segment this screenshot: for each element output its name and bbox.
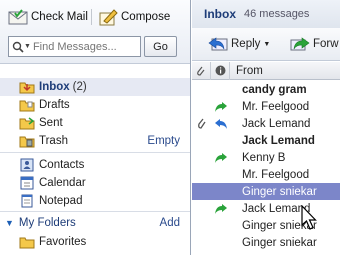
forwarded-arrow-icon [211,203,230,215]
paperclip-icon [197,66,205,76]
message-list-header: Inbox 46 messages [192,0,340,28]
message-row[interactable]: Kenny B [192,149,340,166]
app-calendar-label: Calendar [39,177,86,189]
reply-icon [208,37,228,51]
compose-button[interactable]: Compose [98,7,170,27]
folder-sent[interactable]: Sent [0,114,190,132]
folder-favorites[interactable]: Favorites [0,233,190,251]
app-contacts-label: Contacts [39,159,85,171]
forward-button[interactable]: Forw [290,36,339,52]
forwarded-arrow-icon [211,152,230,164]
reply-dropdown-icon[interactable]: ▼ [263,41,270,48]
my-folders-header[interactable]: ▼ My Folders Add [0,214,190,232]
go-button[interactable]: Go [144,36,177,57]
folder-pane: Check Mail Compose ▼ Go Inbox (2) [0,0,191,255]
main-toolbar: Check Mail Compose ▼ Go [0,0,190,64]
search-input[interactable] [32,40,133,53]
folder-drafts[interactable]: Drafts [0,96,190,114]
message-from: Ginger sniekar [242,185,317,198]
contacts-icon [19,158,35,172]
message-row[interactable]: Mr. Feelgood [192,166,340,183]
folder-inbox[interactable]: Inbox (2) [0,78,190,96]
folder-trash-label: Trash [39,135,68,147]
from-column-header[interactable]: From [230,65,263,77]
column-header: From [192,61,340,80]
empty-trash-link[interactable]: Empty [147,135,180,147]
status-column-header[interactable] [211,61,230,80]
folder-icon [19,235,35,249]
compose-label: Compose [121,11,171,23]
message-row[interactable]: candy gram [192,81,340,98]
add-folder-link[interactable]: Add [160,217,180,229]
check-mail-button[interactable]: Check Mail [8,7,88,27]
message-from: Mr. Feelgood [242,168,310,181]
envelope-icon [8,9,28,25]
info-icon [215,65,225,76]
mouse-pointer-icon [301,205,317,230]
folder-trash[interactable]: Trash Empty [0,132,190,150]
folder-favorites-label: Favorites [39,236,87,248]
app-notepad-label: Notepad [39,195,83,207]
message-row[interactable]: Ginger sniekar [192,234,340,251]
app-calendar[interactable]: Calendar [0,174,190,192]
calendar-icon [19,176,35,190]
inbox-unread-count: (2) [72,81,87,93]
message-from: Mr. Feelgood [242,100,310,113]
reply-label: Reply [231,38,261,50]
attachment-column-header[interactable] [192,61,211,80]
message-from: Kenny B [242,151,286,164]
compose-icon [99,9,118,26]
check-mail-label: Check Mail [31,11,88,23]
message-from: Jack Lemand [242,117,311,130]
message-count: 46 messages [244,8,310,20]
app-notepad[interactable]: Notepad [0,192,190,210]
folder-drafts-label: Drafts [39,99,70,111]
trash-icon [19,134,35,148]
drafts-folder-icon [19,98,35,112]
paperclip-icon [192,117,211,130]
folder-title: Inbox [204,7,236,21]
message-from: Jack Lemand [242,134,315,147]
apps-divider [0,211,190,212]
message-toolbar: Reply ▼ Forw [192,28,340,61]
notepad-icon [19,194,35,208]
toolbar-separator [91,9,92,25]
collapse-triangle-icon[interactable]: ▼ [5,218,14,228]
folder-inbox-label: Inbox [39,81,70,93]
forward-icon [290,37,310,51]
message-row[interactable]: Ginger sniekar [192,183,340,200]
reply-button[interactable]: Reply ▼ [206,36,270,52]
message-from: Jack Lemand [242,202,311,215]
app-contacts[interactable]: Contacts [0,156,190,174]
message-from: Ginger sniekar [242,236,317,249]
message-row[interactable]: Mr. Feelgood [192,98,340,115]
inbox-icon [19,80,35,94]
message-row[interactable]: Jack Lemand [192,132,340,149]
search-box[interactable]: ▼ [8,36,141,57]
forwarded-arrow-icon [211,101,230,113]
my-folders-label: My Folders [18,217,76,229]
search-dropdown-icon[interactable]: ▼ [24,43,31,50]
forward-label: Forw [313,38,339,50]
replied-arrow-icon [211,118,230,130]
folder-sent-label: Sent [39,117,63,129]
search-icon [12,41,24,53]
sent-folder-icon [19,116,35,130]
message-row[interactable]: Jack Lemand [192,115,340,132]
folder-divider [0,152,190,153]
message-from: candy gram [242,83,307,96]
